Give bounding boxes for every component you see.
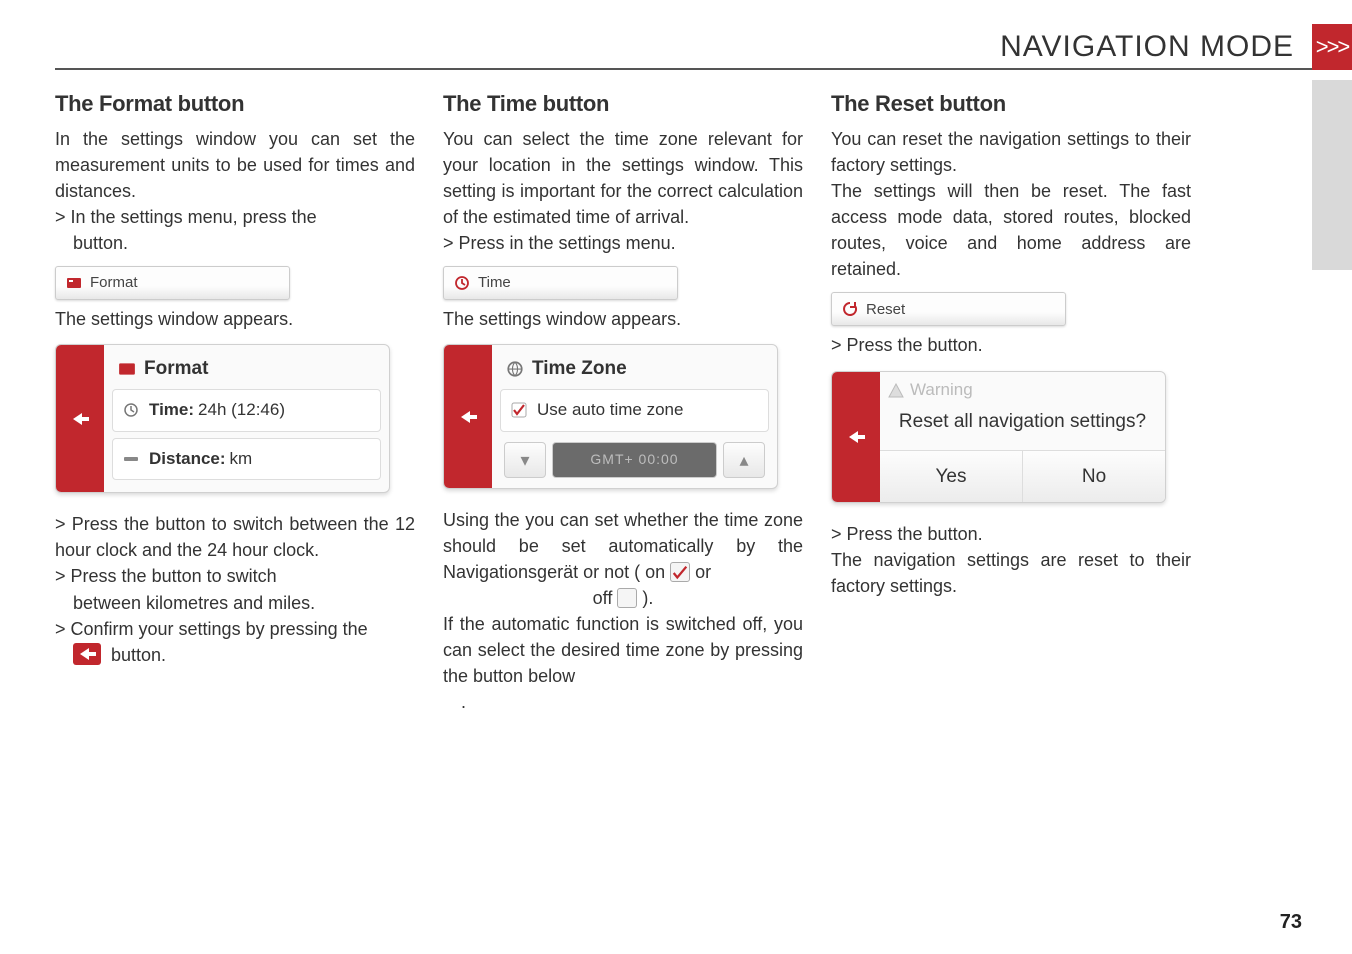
back-icon (73, 643, 101, 665)
time-heading: The Time button (443, 88, 803, 120)
timezone-down-button[interactable]: ▾ (504, 442, 546, 478)
reset-retained: The settings will then be reset. The fas… (831, 178, 1191, 282)
column-format: The Format button In the settings window… (55, 88, 415, 715)
dialog-no-button[interactable]: No (1023, 451, 1165, 503)
back-bar[interactable] (56, 345, 104, 492)
time-step-press: > Press in the settings menu. (443, 230, 803, 256)
dialog-warning-header: Warning (880, 372, 1165, 405)
time-off-line: off ). (443, 585, 803, 611)
timezone-panel: Time Zone Use auto time zone ▾ GMT+ 00:0… (443, 344, 778, 488)
reset-icon (842, 301, 858, 317)
back-bar[interactable] (444, 345, 492, 487)
checkbox-checked-icon (670, 562, 690, 582)
checkbox-unchecked-icon (617, 588, 637, 608)
format-panel: Format Time: 24h (12:46) Distance: (55, 344, 390, 493)
format-step-confirm-b: button. (55, 642, 415, 668)
reset-heading: The Reset button (831, 88, 1191, 120)
format-step-open-b: button. (55, 230, 415, 256)
column-reset: The Reset button You can reset the navig… (831, 88, 1191, 715)
dialog-yes-button[interactable]: Yes (880, 451, 1023, 503)
page-header: NAVIGATION MODE >>> (55, 30, 1312, 70)
format-step-time: > Press the button to switch between the… (55, 511, 415, 563)
header-title: NAVIGATION MODE (1000, 30, 1294, 64)
format-step-distance-b: between kilometres and miles. (55, 590, 415, 616)
time-button-strip[interactable]: Time (443, 266, 678, 300)
timezone-value: GMT+ 00:00 (552, 442, 717, 478)
format-step-distance: > Press the button to switch (55, 563, 415, 589)
ruler-icon (123, 451, 139, 467)
format-row-time[interactable]: Time: 24h (12:46) (112, 389, 381, 432)
format-heading: The Format button (55, 88, 415, 120)
format-intro: In the settings window you can set the m… (55, 126, 415, 204)
format-icon (118, 360, 136, 378)
reset-button-label: Reset (866, 299, 905, 321)
format-icon (66, 275, 82, 291)
reset-step-press: > Press the button. (831, 332, 1191, 358)
time-intro: You can select the time zone relevant fo… (443, 126, 803, 230)
format-step-confirm: > Confirm your settings by pressing the (55, 616, 415, 642)
format-button-label: Format (90, 272, 138, 294)
reset-button-strip[interactable]: Reset (831, 292, 1066, 326)
globe-clock-icon (506, 360, 524, 378)
format-window-appears: The settings window appears. (55, 306, 415, 332)
reset-step-confirm: > Press the button. (831, 521, 1191, 547)
header-chevrons: >>> (1312, 24, 1352, 70)
reset-dialog: Warning Reset all navigation settings? Y… (831, 371, 1166, 504)
column-time: The Time button You can select the time … (443, 88, 803, 715)
timezone-panel-title: Time Zone (500, 351, 769, 389)
auto-timezone-row[interactable]: Use auto time zone (500, 389, 769, 432)
warning-icon (888, 382, 904, 398)
time-manual-explain-b: . (443, 689, 803, 715)
format-panel-title: Format (112, 351, 381, 389)
checkbox-checked-icon (511, 402, 527, 418)
time-button-label: Time (478, 272, 511, 294)
reset-intro: You can reset the navigation settings to… (831, 126, 1191, 178)
clock-icon (123, 402, 139, 418)
time-auto-explain: Using the you can set whether the time z… (443, 507, 803, 585)
page-number: 73 (1280, 911, 1302, 934)
format-button-strip[interactable]: Format (55, 266, 290, 300)
dialog-message: Reset all navigation settings? (880, 404, 1165, 450)
time-manual-explain: If the automatic function is switched of… (443, 611, 803, 689)
format-step-open: > In the settings menu, press the (55, 204, 415, 230)
time-window-appears: The settings window appears. (443, 306, 803, 332)
back-bar[interactable] (832, 372, 880, 503)
clock-icon (454, 275, 470, 291)
reset-result: The navigation settings are reset to the… (831, 547, 1191, 599)
timezone-up-button[interactable]: ▴ (723, 442, 765, 478)
side-tab (1312, 80, 1352, 270)
format-row-distance[interactable]: Distance: km (112, 438, 381, 481)
timezone-stepper: ▾ GMT+ 00:00 ▴ (500, 442, 769, 482)
